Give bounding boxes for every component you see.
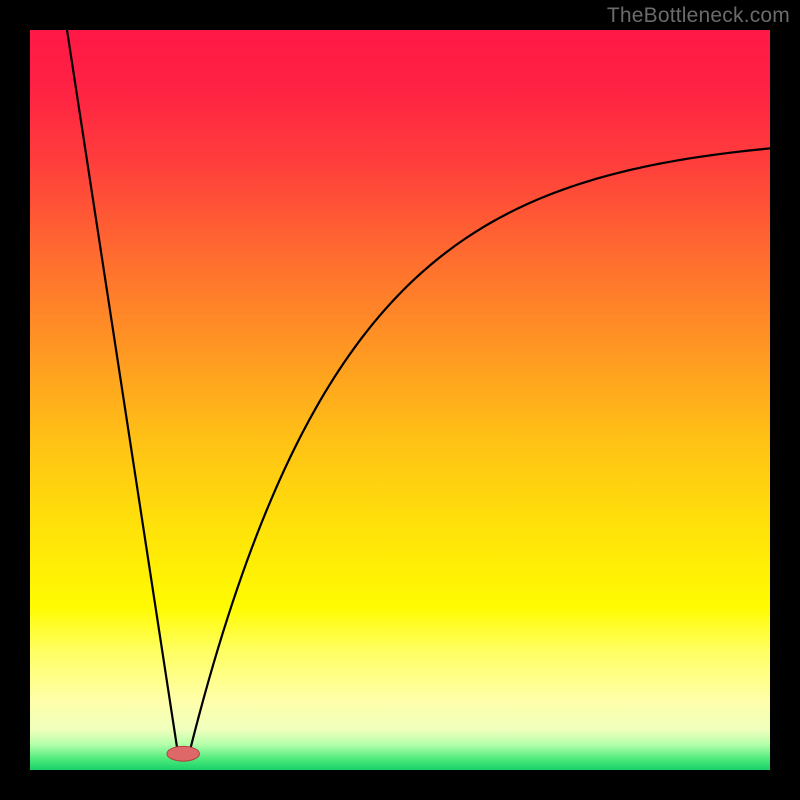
chart-frame: TheBottleneck.com <box>0 0 800 800</box>
watermark-text: TheBottleneck.com <box>607 4 790 28</box>
bottleneck-chart <box>30 30 770 770</box>
chart-background <box>30 30 770 770</box>
minimum-marker <box>167 746 200 761</box>
